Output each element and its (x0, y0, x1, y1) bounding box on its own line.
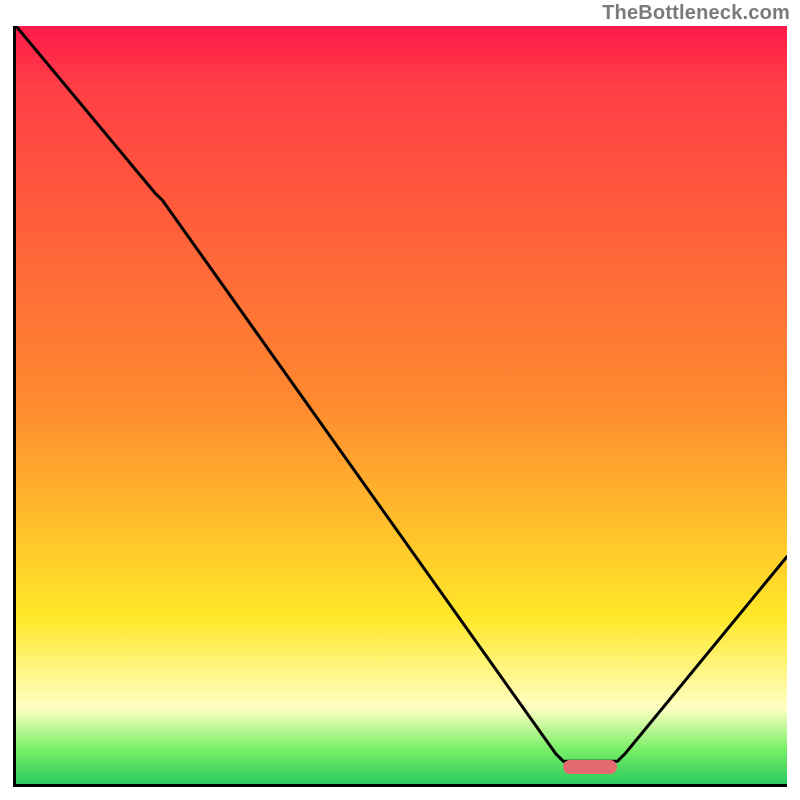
bottleneck-curve (16, 26, 787, 784)
plot-area (13, 26, 787, 787)
chart-container: TheBottleneck.com (0, 0, 800, 800)
optimal-marker (563, 760, 617, 774)
attribution-text: TheBottleneck.com (602, 2, 790, 25)
